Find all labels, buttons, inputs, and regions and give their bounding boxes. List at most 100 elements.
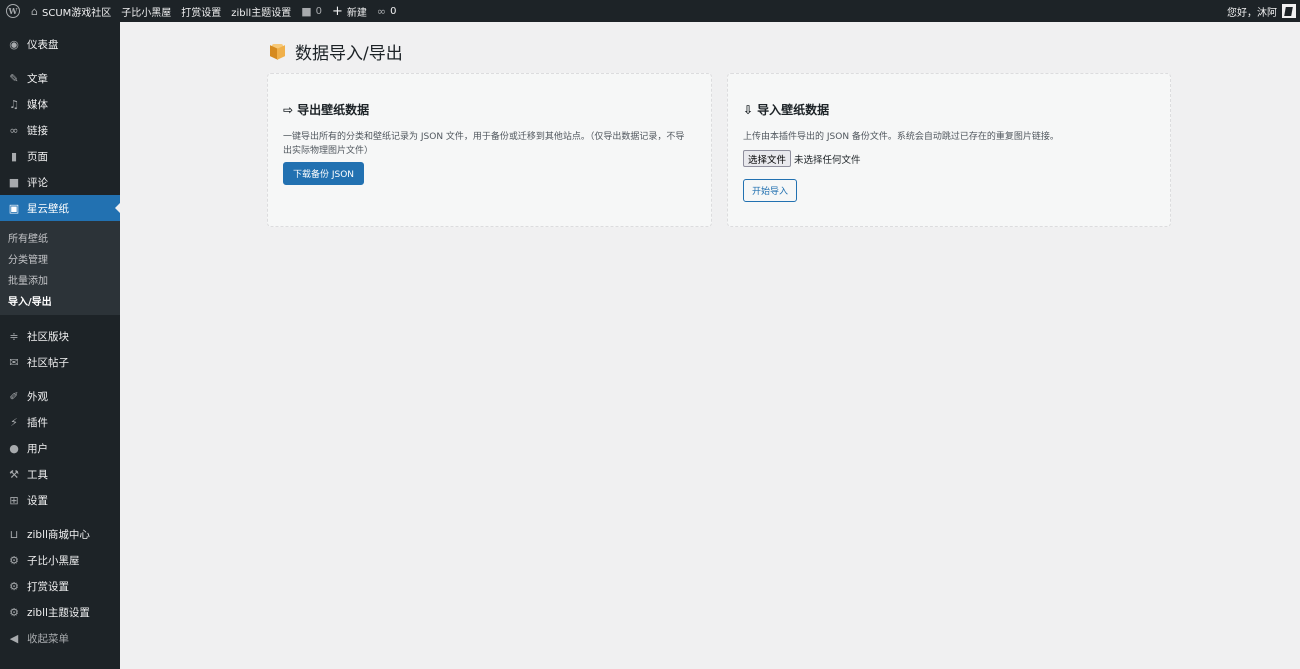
- menu-label: 仪表盘: [27, 38, 59, 51]
- cart-icon: ⊔: [9, 527, 19, 541]
- media-icon: ♫: [9, 97, 19, 111]
- submenu-categories[interactable]: 分类管理: [0, 248, 120, 269]
- package-icon: [270, 44, 285, 60]
- menu-zibll-theme[interactable]: ⚙ zibll主题设置: [0, 599, 120, 625]
- file-export-icon: ⇨: [283, 102, 294, 117]
- adminbar-link-zibll-theme[interactable]: zibll主题设置: [226, 0, 296, 22]
- menu-label: 媒体: [27, 98, 48, 111]
- forum-icon: ✉: [9, 355, 19, 369]
- import-card-title: ⇩ 导入壁纸数据: [743, 101, 829, 118]
- menu-label: 用户: [27, 442, 48, 455]
- menu-label: 插件: [27, 416, 48, 429]
- export-title-text: 导出壁纸数据: [297, 103, 370, 117]
- wrench-icon: ⚒: [9, 467, 19, 481]
- home-icon: ⌂: [31, 4, 38, 18]
- user-icon: ●: [9, 441, 19, 455]
- page-title: 数据导入/导出: [270, 39, 403, 64]
- menu-label: 打赏设置: [27, 580, 69, 593]
- menu-users[interactable]: ● 用户: [0, 435, 120, 461]
- page-title-text: 数据导入/导出: [295, 44, 403, 64]
- menu-forum-blocks[interactable]: ≑ 社区版块: [0, 323, 120, 349]
- import-card: ⇩ 导入壁纸数据 上传由本插件导出的 JSON 备份文件。系统会自动跳过已存在的重…: [727, 73, 1171, 227]
- wallpaper-submenu: 所有壁纸 分类管理 批量添加 导入/导出: [0, 221, 120, 315]
- export-card-title: ⇨ 导出壁纸数据: [283, 101, 369, 118]
- gear-icon: ⚙: [9, 605, 19, 619]
- collapse-menu-button[interactable]: ◀ 收起菜单: [0, 625, 120, 651]
- menu-posts[interactable]: ✎ 文章: [0, 65, 120, 91]
- submenu-bulk-add[interactable]: 批量添加: [0, 269, 120, 290]
- menu-appearance[interactable]: ✐ 外观: [0, 383, 120, 409]
- menu-settings[interactable]: ⊞ 设置: [0, 487, 120, 513]
- dashboard-icon: ◉: [9, 37, 19, 51]
- import-description: 上传由本插件导出的 JSON 备份文件。系统会自动跳过已存在的重复图片链接。: [743, 132, 1059, 142]
- gear-icon: ⚙: [9, 553, 19, 567]
- greeting: 您好，沐阿: [1227, 7, 1277, 19]
- plus-icon: +: [331, 3, 343, 19]
- menu-label: 星云壁纸: [27, 202, 69, 215]
- new-label: 新建: [346, 7, 367, 19]
- gear-icon: ⚙: [9, 579, 19, 593]
- site-name: SCUM游戏社区: [41, 7, 112, 19]
- menu-pages[interactable]: ▮ 页面: [0, 143, 120, 169]
- admin-sidebar: ◉ 仪表盘 ✎ 文章 ♫ 媒体 ∞ 链接 ▮ 页面 ■ 评论 ▣ 星云壁纸 所有壁纸 分类管理…: [0, 22, 120, 669]
- menu-label: 社区帖子: [27, 356, 69, 369]
- menu-plugins[interactable]: ⚡ 插件: [0, 409, 120, 435]
- pin-icon: ✎: [9, 71, 19, 85]
- menu-label: 子比小黑屋: [27, 554, 80, 567]
- file-import-icon: ⇩: [743, 102, 754, 117]
- plugin-icon: ⚡: [10, 415, 18, 429]
- menu-label: 社区版块: [27, 330, 69, 343]
- menu-xingyun-wallpaper[interactable]: ▣ 星云壁纸: [0, 195, 120, 221]
- link-count: 0: [390, 5, 397, 17]
- comment-icon: ■: [301, 4, 312, 18]
- collapse-icon: ◀: [9, 631, 19, 645]
- submenu-import-export[interactable]: 导入/导出: [0, 290, 120, 311]
- menu-reward-settings[interactable]: ⚙ 打赏设置: [0, 573, 120, 599]
- my-account-link[interactable]: 您好，沐阿: [1227, 0, 1296, 22]
- menu-media[interactable]: ♫ 媒体: [0, 91, 120, 117]
- menu-label: 文章: [27, 72, 48, 85]
- menu-tools[interactable]: ⚒ 工具: [0, 461, 120, 487]
- adminbar-link-reward[interactable]: 打赏设置: [176, 0, 226, 22]
- choose-file-button[interactable]: 选择文件: [743, 150, 792, 167]
- menu-links[interactable]: ∞ 链接: [0, 117, 120, 143]
- file-input: 选择文件 未选择任何文件: [743, 150, 861, 167]
- menu-label: 页面: [27, 150, 48, 163]
- settings-icon: ⊞: [9, 493, 19, 507]
- image-icon: ▣: [8, 201, 20, 215]
- new-content-link[interactable]: + 新建: [327, 0, 372, 22]
- export-card: ⇨ 导出壁纸数据 一键导出所有的分类和壁纸记录为 JSON 文件，用于备份或迁移到…: [267, 73, 712, 227]
- menu-label: 收起菜单: [27, 632, 69, 645]
- import-title-text: 导入壁纸数据: [757, 103, 830, 117]
- menu-zibi-room[interactable]: ⚙ 子比小黑屋: [0, 547, 120, 573]
- page-icon: ▮: [10, 149, 18, 163]
- menu-label: zibll主题设置: [27, 606, 90, 619]
- comments-count: 0: [315, 5, 322, 17]
- export-description: 一键导出所有的分类和壁纸记录为 JSON 文件，用于备份或迁移到其他站点。（仅导…: [283, 132, 685, 156]
- download-json-button[interactable]: 下载备份 JSON: [283, 162, 365, 185]
- menu-label: 评论: [27, 176, 48, 189]
- admin-bar: W ⌂ SCUM游戏社区 子比小黑屋 打赏设置 zibll主题设置 ■ 0 + 新建 …: [0, 0, 1300, 22]
- links-count-link[interactable]: ∞ 0: [372, 0, 402, 22]
- menu-zibll-shop[interactable]: ⊔ zibll商城中心: [0, 521, 120, 547]
- menu-comments[interactable]: ■ 评论: [0, 169, 120, 195]
- menu-label: 外观: [27, 390, 48, 403]
- adminbar-link-zibi-room[interactable]: 子比小黑屋: [116, 0, 176, 22]
- link-icon: ∞: [9, 123, 19, 137]
- menu-forum-posts[interactable]: ✉ 社区帖子: [0, 349, 120, 375]
- comment-icon: ■: [8, 175, 20, 189]
- layers-icon: ≑: [9, 329, 19, 343]
- menu-label: 设置: [27, 494, 48, 507]
- wordpress-logo-icon[interactable]: W: [0, 0, 26, 22]
- submenu-all-wallpapers[interactable]: 所有壁纸: [0, 227, 120, 248]
- menu-label: 链接: [27, 124, 48, 137]
- menu-label: zibll商城中心: [27, 528, 90, 541]
- start-import-button[interactable]: 开始导入: [743, 179, 798, 202]
- link-icon: ∞: [376, 4, 387, 18]
- file-status: 未选择任何文件: [794, 154, 861, 166]
- menu-dashboard[interactable]: ◉ 仪表盘: [0, 31, 120, 57]
- site-name-link[interactable]: ⌂ SCUM游戏社区: [26, 0, 116, 22]
- comments-link[interactable]: ■ 0: [296, 0, 327, 22]
- avatar: [1282, 4, 1296, 18]
- menu-label: 工具: [27, 468, 48, 481]
